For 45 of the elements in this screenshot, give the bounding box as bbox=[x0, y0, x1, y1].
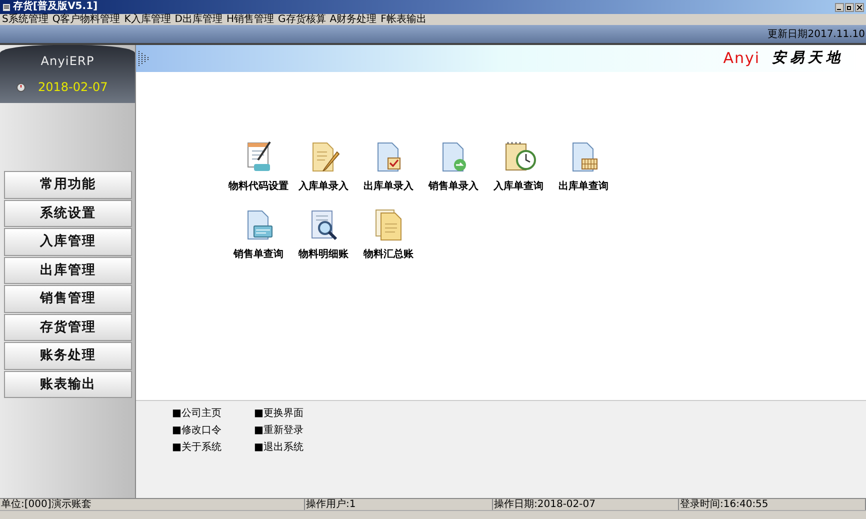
brand-latin: Anyi bbox=[723, 48, 760, 70]
window-title: 存货[普及版V5.1] bbox=[13, 0, 98, 14]
sidebar-nav-button[interactable]: 入库管理 bbox=[4, 228, 132, 256]
menu-item[interactable]: S系统管理 bbox=[0, 14, 50, 26]
shortcut-label[interactable]: 出库单查询 bbox=[558, 179, 608, 194]
menu-item[interactable]: A财务处理 bbox=[328, 14, 379, 26]
sidebar-nav-button[interactable]: 出库管理 bbox=[4, 256, 132, 284]
update-date: 更新日期2017.11.10 bbox=[768, 28, 865, 42]
shortcut-label[interactable]: 物料明细账 bbox=[298, 247, 348, 262]
quick-link[interactable]: ■更换界面 bbox=[254, 406, 336, 423]
product-name: AnyiERP bbox=[40, 53, 94, 70]
clock-icon bbox=[16, 82, 26, 92]
shortcut-label[interactable]: 销售单查询 bbox=[234, 247, 284, 262]
sidebar-nav-button[interactable]: 账表输出 bbox=[4, 370, 132, 398]
quick-link[interactable]: ■关于系统 bbox=[172, 440, 254, 457]
quick-link[interactable]: ■公司主页 bbox=[172, 406, 254, 423]
restore-icon bbox=[847, 4, 852, 10]
menu-item[interactable]: K入库管理 bbox=[122, 14, 173, 26]
shortcut-label[interactable]: 销售单录入 bbox=[428, 179, 478, 194]
grip-icon bbox=[138, 50, 150, 66]
close-button[interactable] bbox=[855, 2, 864, 12]
menu-item[interactable]: D出库管理 bbox=[172, 14, 224, 26]
restore-button[interactable] bbox=[845, 2, 854, 12]
quick-link[interactable]: ■重新登录 bbox=[254, 423, 336, 440]
app-icon bbox=[2, 2, 11, 12]
close-icon bbox=[857, 4, 862, 10]
menu-item[interactable]: F帐表输出 bbox=[378, 14, 428, 26]
sidebar-date: 2018-02-07 bbox=[38, 79, 108, 96]
shortcut-label[interactable]: 物料汇总账 bbox=[364, 247, 414, 262]
sidebar-nav-button[interactable]: 存货管理 bbox=[4, 314, 132, 341]
minimize-button[interactable] bbox=[835, 2, 844, 12]
brand-chinese: 安易天地 bbox=[772, 48, 844, 68]
sidebar-nav-button[interactable]: 销售管理 bbox=[4, 285, 132, 312]
shortcut-label[interactable]: 物料代码设置 bbox=[228, 179, 288, 194]
shortcut-label[interactable]: 入库单查询 bbox=[494, 179, 544, 194]
menu-item[interactable]: G存货核算 bbox=[276, 14, 328, 26]
quick-link[interactable]: ■修改口令 bbox=[172, 423, 254, 440]
shortcut-label[interactable]: 出库单录入 bbox=[364, 179, 414, 194]
sidebar-nav-button[interactable]: 账务处理 bbox=[4, 342, 132, 370]
sidebar-nav-button[interactable]: 系统设置 bbox=[4, 200, 132, 227]
menu-item[interactable]: Q客户物料管理 bbox=[50, 14, 122, 26]
menu-item[interactable]: H销售管理 bbox=[224, 14, 276, 26]
quick-link[interactable]: ■退出系统 bbox=[254, 440, 336, 457]
sidebar-nav-button[interactable]: 常用功能 bbox=[4, 171, 132, 198]
shortcut-label[interactable]: 入库单录入 bbox=[298, 179, 348, 194]
